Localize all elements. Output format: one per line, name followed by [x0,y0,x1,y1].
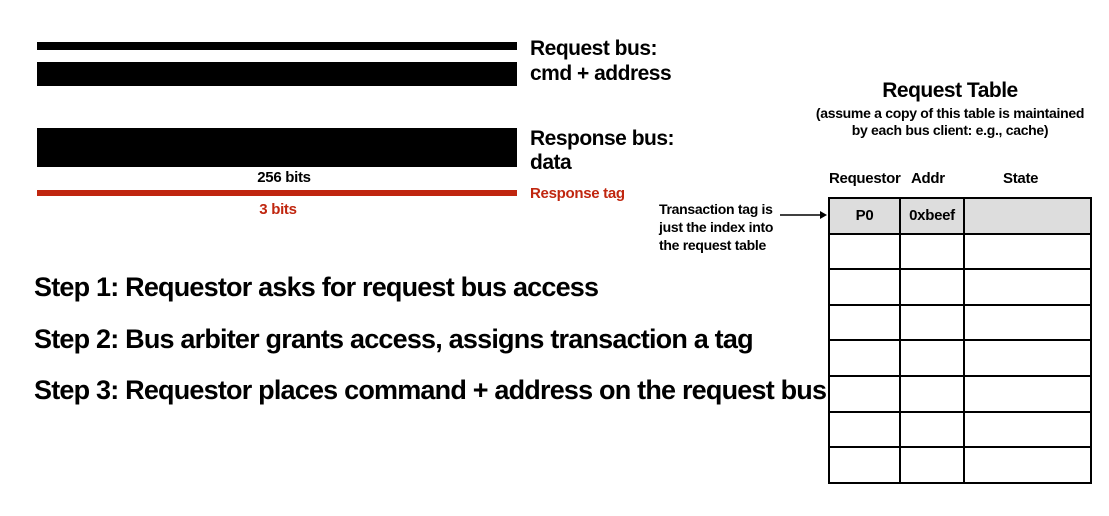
table-cell [963,268,1092,306]
table-row [828,268,1092,306]
table-cell [828,232,901,271]
request-table-subtitle-1: (assume a copy of this table is maintain… [815,105,1085,121]
table-cell: P0 [828,197,901,235]
table-cell [828,303,901,342]
table-cell [899,339,965,377]
table-cell [828,268,901,306]
table-cell [963,232,1092,271]
table-cell [963,410,1092,449]
response-bus-width-label: 256 bits [257,169,311,186]
column-header-state: State [1003,170,1039,187]
table-cell [828,339,901,377]
table-cell [828,446,901,484]
step-1: Step 1: Requestor asks for request bus a… [34,272,599,302]
annotation-arrow [780,211,827,219]
table-cell [963,339,1092,377]
table-cell [828,374,901,413]
table-cell [899,410,965,449]
table-row [828,339,1092,377]
table-row [828,374,1092,413]
table-cell [828,410,901,449]
response-tag-line [37,190,517,196]
table-cell [899,446,965,484]
request-bus-thin-line [37,42,517,50]
column-header-addr: Addr [911,170,945,187]
request-bus-label-1: Request bus: [530,37,658,60]
table-cell [899,374,965,413]
annotation-line-1: Transaction tag is [659,201,773,217]
request-table: P0 0xbeef [828,197,1092,484]
table-cell [899,232,965,271]
response-bus-label-2: data [530,151,572,174]
table-cell [899,303,965,342]
request-table-title: Request Table [882,79,1018,102]
request-bus-label-2: cmd + address [530,62,672,85]
response-bus-line [37,128,517,167]
response-tag-label: Response tag [530,185,625,202]
table-cell [963,446,1092,484]
table-cell [963,303,1092,342]
table-cell [963,374,1092,413]
column-header-requestor: Requestor [829,170,901,187]
table-row: P0 0xbeef [828,197,1092,235]
table-cell: 0xbeef [899,197,965,235]
table-row [828,232,1092,271]
step-3: Step 3: Requestor places command + addre… [34,375,827,405]
step-2: Step 2: Bus arbiter grants access, assig… [34,324,754,354]
table-row [828,410,1092,449]
table-row [828,446,1092,484]
table-cell [963,197,1092,235]
annotation-line-2: just the index into [659,219,774,235]
table-cell [899,268,965,306]
annotation-line-3: the request table [659,237,766,253]
table-row [828,303,1092,342]
response-bus-label-1: Response bus: [530,127,675,150]
request-bus-wide-line [37,62,517,86]
response-tag-width-label: 3 bits [259,201,297,218]
request-table-subtitle-2: by each bus client: e.g., cache) [851,122,1049,138]
